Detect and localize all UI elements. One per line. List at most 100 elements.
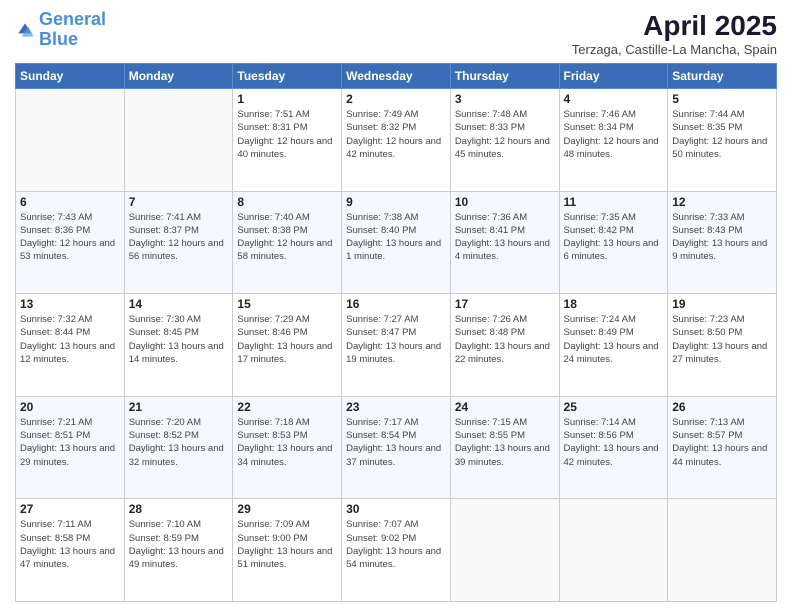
day-info: Sunrise: 7:32 AM Sunset: 8:44 PM Dayligh… [20, 313, 120, 366]
calendar-cell: 17 Sunrise: 7:26 AM Sunset: 8:48 PM Dayli… [450, 294, 559, 397]
day-number: 25 [564, 400, 664, 414]
day-info: Sunrise: 7:26 AM Sunset: 8:48 PM Dayligh… [455, 313, 555, 366]
calendar-cell: 9 Sunrise: 7:38 AM Sunset: 8:40 PM Daylig… [342, 191, 451, 294]
calendar-cell: 24Sunrise: 7:15 AM Sunset: 8:55 PM Dayli… [450, 396, 559, 499]
day-number: 12 [672, 195, 772, 209]
day-number: 5 [672, 92, 772, 106]
day-info: Sunrise: 7:46 AM Sunset: 8:34 PM Dayligh… [564, 108, 664, 161]
day-number: 1 [237, 92, 337, 106]
calendar-cell: 22Sunrise: 7:18 AM Sunset: 8:53 PM Dayli… [233, 396, 342, 499]
day-number: 13 [20, 297, 120, 311]
day-info: Sunrise: 7:21 AM Sunset: 8:51 PM Dayligh… [20, 416, 120, 469]
calendar-cell: 27 Sunrise: 7:11 AM Sunset: 8:58 PM Dayli… [16, 499, 125, 602]
calendar-cell: 8 Sunrise: 7:40 AM Sunset: 8:38 PM Daylig… [233, 191, 342, 294]
calendar-cell: 25 Sunrise: 7:14 AM Sunset: 8:56 PM Dayli… [559, 396, 668, 499]
day-info: Sunrise: 7:15 AM Sunset: 8:55 PM Dayligh… [455, 416, 555, 469]
calendar-cell: 30 Sunrise: 7:07 AM Sunset: 9:02 PM Dayli… [342, 499, 451, 602]
main-title: April 2025 [572, 10, 777, 42]
day-number: 9 [346, 195, 446, 209]
day-info: Sunrise: 7:43 AM Sunset: 8:36 PM Dayligh… [20, 211, 120, 264]
calendar-header-sunday: Sunday [16, 64, 125, 89]
day-info: Sunrise: 7:20 AM Sunset: 8:52 PM Dayligh… [129, 416, 229, 469]
calendar-week-row: 6 Sunrise: 7:43 AM Sunset: 8:36 PM Daylig… [16, 191, 777, 294]
day-number: 7 [129, 195, 229, 209]
day-number: 30 [346, 502, 446, 516]
day-number: 15 [237, 297, 337, 311]
calendar-cell: 12Sunrise: 7:33 AM Sunset: 8:43 PM Dayli… [668, 191, 777, 294]
calendar-header-friday: Friday [559, 64, 668, 89]
day-number: 3 [455, 92, 555, 106]
day-info: Sunrise: 7:07 AM Sunset: 9:02 PM Dayligh… [346, 518, 446, 571]
title-block: April 2025 Terzaga, Castille-La Mancha, … [572, 10, 777, 57]
calendar-cell: 16 Sunrise: 7:27 AM Sunset: 8:47 PM Dayli… [342, 294, 451, 397]
day-info: Sunrise: 7:10 AM Sunset: 8:59 PM Dayligh… [129, 518, 229, 571]
calendar-cell: 19 Sunrise: 7:23 AM Sunset: 8:50 PM Dayli… [668, 294, 777, 397]
logo-line2: Blue [39, 30, 106, 50]
day-info: Sunrise: 7:48 AM Sunset: 8:33 PM Dayligh… [455, 108, 555, 161]
day-info: Sunrise: 7:23 AM Sunset: 8:50 PM Dayligh… [672, 313, 772, 366]
logo-text: General Blue [39, 10, 106, 50]
day-number: 27 [20, 502, 120, 516]
day-info: Sunrise: 7:38 AM Sunset: 8:40 PM Dayligh… [346, 211, 446, 264]
calendar-cell: 6 Sunrise: 7:43 AM Sunset: 8:36 PM Daylig… [16, 191, 125, 294]
calendar-week-row: 20 Sunrise: 7:21 AM Sunset: 8:51 PM Dayli… [16, 396, 777, 499]
calendar-cell: 20 Sunrise: 7:21 AM Sunset: 8:51 PM Dayli… [16, 396, 125, 499]
calendar-cell: 4Sunrise: 7:46 AM Sunset: 8:34 PM Daylig… [559, 89, 668, 192]
calendar-cell: 14Sunrise: 7:30 AM Sunset: 8:45 PM Dayli… [124, 294, 233, 397]
day-info: Sunrise: 7:11 AM Sunset: 8:58 PM Dayligh… [20, 518, 120, 571]
day-info: Sunrise: 7:09 AM Sunset: 9:00 PM Dayligh… [237, 518, 337, 571]
day-info: Sunrise: 7:13 AM Sunset: 8:57 PM Dayligh… [672, 416, 772, 469]
logo-line1: General [39, 9, 106, 29]
day-number: 6 [20, 195, 120, 209]
day-info: Sunrise: 7:27 AM Sunset: 8:47 PM Dayligh… [346, 313, 446, 366]
day-number: 10 [455, 195, 555, 209]
day-info: Sunrise: 7:29 AM Sunset: 8:46 PM Dayligh… [237, 313, 337, 366]
calendar-cell [559, 499, 668, 602]
calendar-cell: 7Sunrise: 7:41 AM Sunset: 8:37 PM Daylig… [124, 191, 233, 294]
day-number: 18 [564, 297, 664, 311]
logo-icon [15, 20, 35, 40]
calendar-cell: 13 Sunrise: 7:32 AM Sunset: 8:44 PM Dayli… [16, 294, 125, 397]
calendar-header-wednesday: Wednesday [342, 64, 451, 89]
day-number: 8 [237, 195, 337, 209]
day-info: Sunrise: 7:24 AM Sunset: 8:49 PM Dayligh… [564, 313, 664, 366]
calendar-header-monday: Monday [124, 64, 233, 89]
day-number: 23 [346, 400, 446, 414]
calendar-cell [668, 499, 777, 602]
day-info: Sunrise: 7:44 AM Sunset: 8:35 PM Dayligh… [672, 108, 772, 161]
calendar-header-saturday: Saturday [668, 64, 777, 89]
calendar-cell [16, 89, 125, 192]
day-info: Sunrise: 7:14 AM Sunset: 8:56 PM Dayligh… [564, 416, 664, 469]
calendar-cell: 26Sunrise: 7:13 AM Sunset: 8:57 PM Dayli… [668, 396, 777, 499]
day-number: 19 [672, 297, 772, 311]
day-number: 2 [346, 92, 446, 106]
day-number: 16 [346, 297, 446, 311]
calendar-cell: 3 Sunrise: 7:48 AM Sunset: 8:33 PM Daylig… [450, 89, 559, 192]
calendar-week-row: 27 Sunrise: 7:11 AM Sunset: 8:58 PM Dayli… [16, 499, 777, 602]
day-info: Sunrise: 7:40 AM Sunset: 8:38 PM Dayligh… [237, 211, 337, 264]
calendar-cell: 10Sunrise: 7:36 AM Sunset: 8:41 PM Dayli… [450, 191, 559, 294]
day-info: Sunrise: 7:49 AM Sunset: 8:32 PM Dayligh… [346, 108, 446, 161]
calendar-cell: 5 Sunrise: 7:44 AM Sunset: 8:35 PM Daylig… [668, 89, 777, 192]
calendar-week-row: 13 Sunrise: 7:32 AM Sunset: 8:44 PM Dayli… [16, 294, 777, 397]
calendar-header-thursday: Thursday [450, 64, 559, 89]
day-number: 22 [237, 400, 337, 414]
day-number: 29 [237, 502, 337, 516]
day-info: Sunrise: 7:51 AM Sunset: 8:31 PM Dayligh… [237, 108, 337, 161]
logo: General Blue [15, 10, 106, 50]
day-number: 20 [20, 400, 120, 414]
calendar-cell: 29 Sunrise: 7:09 AM Sunset: 9:00 PM Dayli… [233, 499, 342, 602]
day-number: 17 [455, 297, 555, 311]
header: General Blue April 2025 Terzaga, Castill… [15, 10, 777, 57]
calendar-cell [124, 89, 233, 192]
calendar-cell: 21Sunrise: 7:20 AM Sunset: 8:52 PM Dayli… [124, 396, 233, 499]
day-info: Sunrise: 7:30 AM Sunset: 8:45 PM Dayligh… [129, 313, 229, 366]
calendar-cell: 15 Sunrise: 7:29 AM Sunset: 8:46 PM Dayli… [233, 294, 342, 397]
calendar-cell [450, 499, 559, 602]
subtitle: Terzaga, Castille-La Mancha, Spain [572, 42, 777, 57]
calendar-week-row: 1 Sunrise: 7:51 AM Sunset: 8:31 PM Daylig… [16, 89, 777, 192]
calendar-cell: 1 Sunrise: 7:51 AM Sunset: 8:31 PM Daylig… [233, 89, 342, 192]
calendar-cell: 23Sunrise: 7:17 AM Sunset: 8:54 PM Dayli… [342, 396, 451, 499]
calendar-table: SundayMondayTuesdayWednesdayThursdayFrid… [15, 63, 777, 602]
calendar-header-tuesday: Tuesday [233, 64, 342, 89]
